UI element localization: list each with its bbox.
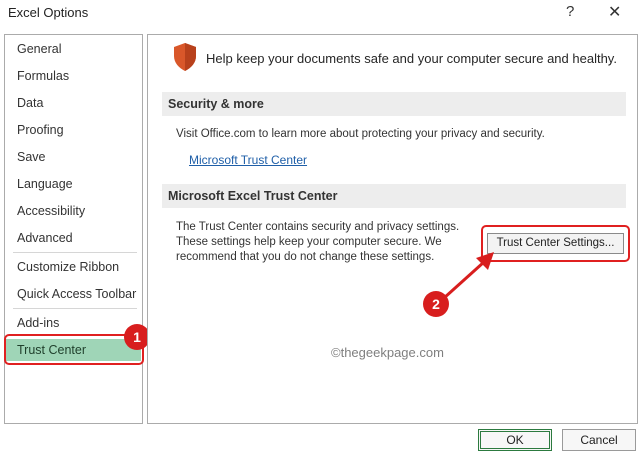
annotation-badge-2: 2 bbox=[423, 291, 449, 317]
cancel-button[interactable]: Cancel bbox=[562, 429, 636, 451]
ok-button[interactable]: OK bbox=[478, 429, 552, 451]
annotation-arrow bbox=[442, 252, 494, 300]
